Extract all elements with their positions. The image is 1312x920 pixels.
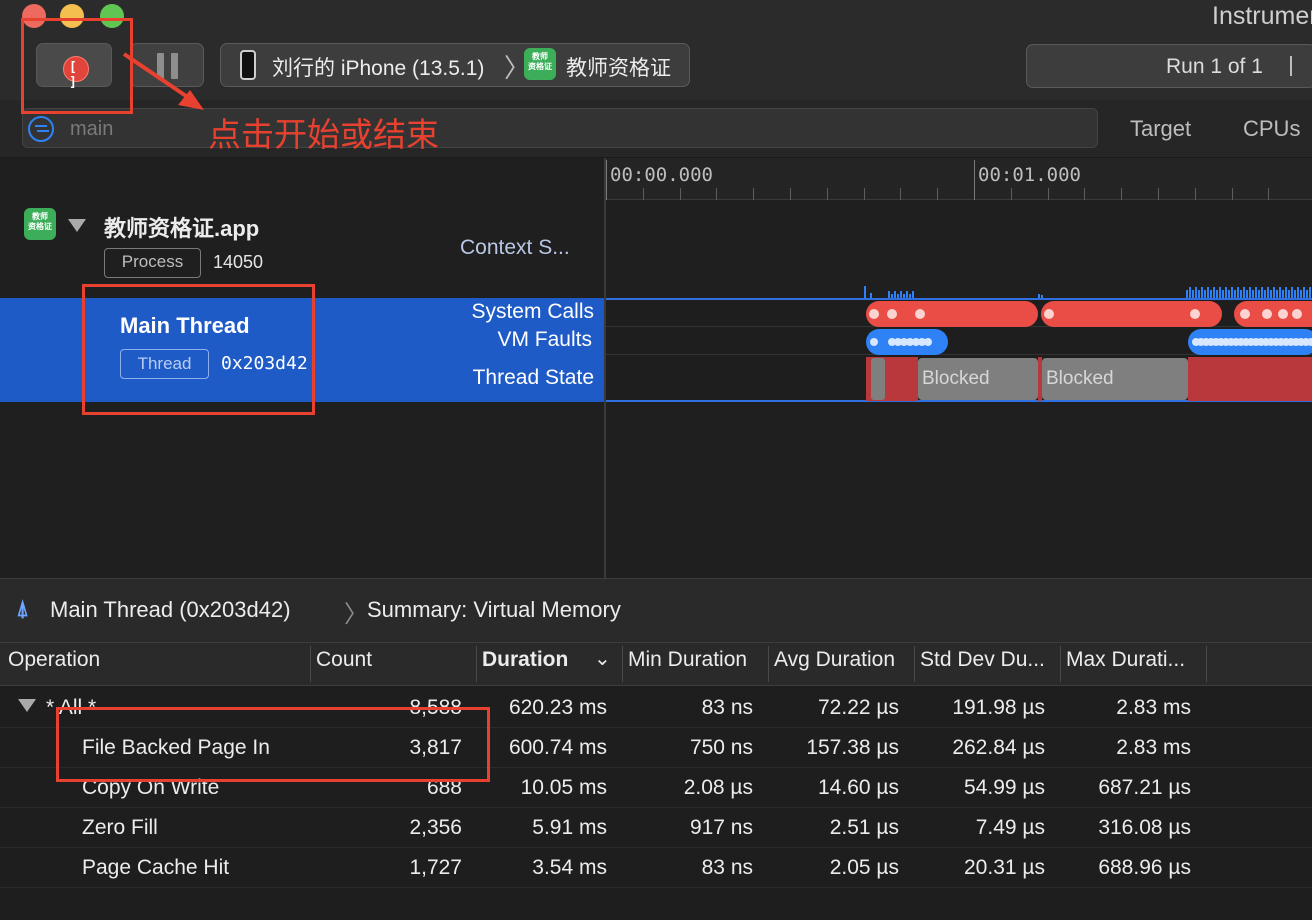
cell-count: 1,727 <box>409 856 462 879</box>
app-icon: 教师 资格证 <box>24 208 56 240</box>
filter-placeholder: main <box>70 118 114 140</box>
column-duration[interactable]: Duration <box>482 648 568 672</box>
cell-std: 20.31 µs <box>964 856 1045 879</box>
cell-min: 83 ns <box>701 856 753 879</box>
context-switches-track-label: Context S... <box>460 236 570 259</box>
thread-state-blocked[interactable]: Blocked <box>918 358 1038 400</box>
tab-target[interactable]: Target <box>1130 116 1191 142</box>
cell-min: 2.08 µs <box>683 776 753 799</box>
cell-max: 316.08 µs <box>1098 816 1191 839</box>
cell-duration: 3.54 ms <box>532 856 607 879</box>
cell-avg: 14.60 µs <box>818 776 899 799</box>
table-row[interactable]: Page Cache Hit 1,727 3.54 ms 83 ns 2.05 µs 20… <box>0 848 1312 888</box>
thread-state-blocked[interactable]: Blocked <box>1042 358 1188 400</box>
cell-max: 688.96 µs <box>1098 856 1191 879</box>
cell-duration: 600.74 ms <box>508 736 607 759</box>
cell-avg: 157.38 µs <box>806 736 899 759</box>
column-operation[interactable]: Operation <box>8 648 100 672</box>
window-title: Instruments <box>1212 2 1312 30</box>
cell-avg: 2.05 µs <box>829 856 899 879</box>
cell-std: 262.84 µs <box>952 736 1045 759</box>
tab-cpus[interactable]: CPUs <box>1243 116 1300 142</box>
cell-min: 750 ns <box>689 736 753 759</box>
cell-max: 2.83 ms <box>1116 736 1191 759</box>
breadcrumb-thread[interactable]: Main Thread (0x203d42) <box>50 597 291 623</box>
cell-duration: 5.91 ms <box>532 816 607 839</box>
iphone-icon <box>240 50 256 80</box>
cell-op: Zero Fill <box>82 816 158 839</box>
cell-count: 2,356 <box>409 816 462 839</box>
cell-max: 2.83 ms <box>1116 696 1191 719</box>
column-max-duration[interactable]: Max Durati... <box>1066 648 1185 672</box>
cell-max: 687.21 µs <box>1098 776 1191 799</box>
instrument-icon: ⍋ <box>16 596 30 621</box>
app-label: 教师资格证 <box>566 57 671 80</box>
tick-label: 00:01.000 <box>978 164 1081 186</box>
column-std-dev-duration[interactable]: Std Dev Du... <box>920 648 1045 672</box>
cell-min: 83 ns <box>701 696 753 719</box>
sort-descending-icon: ⌄ <box>594 648 611 670</box>
thread-state-track-label: Thread State <box>472 366 594 389</box>
device-label: 刘行的 iPhone (13.5.1) <box>272 57 485 80</box>
breadcrumb-summary[interactable]: Summary: Virtual Memory <box>367 597 621 623</box>
annotation-box-record <box>21 18 133 114</box>
cell-std: 7.49 µs <box>975 816 1045 839</box>
tick-label: 00:00.000 <box>610 164 713 186</box>
cell-avg: 2.51 µs <box>829 816 899 839</box>
cell-std: 54.99 µs <box>964 776 1045 799</box>
cell-duration: 620.23 ms <box>508 696 607 719</box>
cell-op: Page Cache Hit <box>82 856 230 879</box>
annotation-box-thread <box>82 284 315 415</box>
vm-faults-track-label: VM Faults <box>497 328 592 351</box>
table-row[interactable]: Zero Fill 2,356 5.91 ms 917 ns 2.51 µs 7.49 µ… <box>0 808 1312 848</box>
process-badge: Process <box>104 248 201 278</box>
cell-avg: 72.22 µs <box>818 696 899 719</box>
app-icon: 教师 资格证 <box>524 48 556 80</box>
column-count[interactable]: Count <box>316 648 372 672</box>
chevron-right-icon: 〉 <box>344 601 368 628</box>
column-avg-duration[interactable]: Avg Duration <box>774 648 895 672</box>
annotation-box-row <box>56 707 490 782</box>
annotation-text: 点击开始或结束 <box>208 116 439 153</box>
cell-min: 917 ns <box>689 816 753 839</box>
column-min-duration[interactable]: Min Duration <box>628 648 747 672</box>
process-name: 教师资格证.app <box>104 216 260 241</box>
cell-duration: 10.05 ms <box>520 776 607 799</box>
annotation-arrow-icon <box>122 52 204 110</box>
process-id: 14050 <box>213 252 264 272</box>
run-label: Run 1 of 1 <box>1166 55 1263 78</box>
filter-icon[interactable] <box>28 116 54 142</box>
thread-state-running[interactable] <box>1188 357 1312 401</box>
cell-std: 191.98 µs <box>952 696 1045 719</box>
disclosure-triangle-icon[interactable] <box>68 219 86 232</box>
system-calls-track-label: System Calls <box>471 300 594 323</box>
